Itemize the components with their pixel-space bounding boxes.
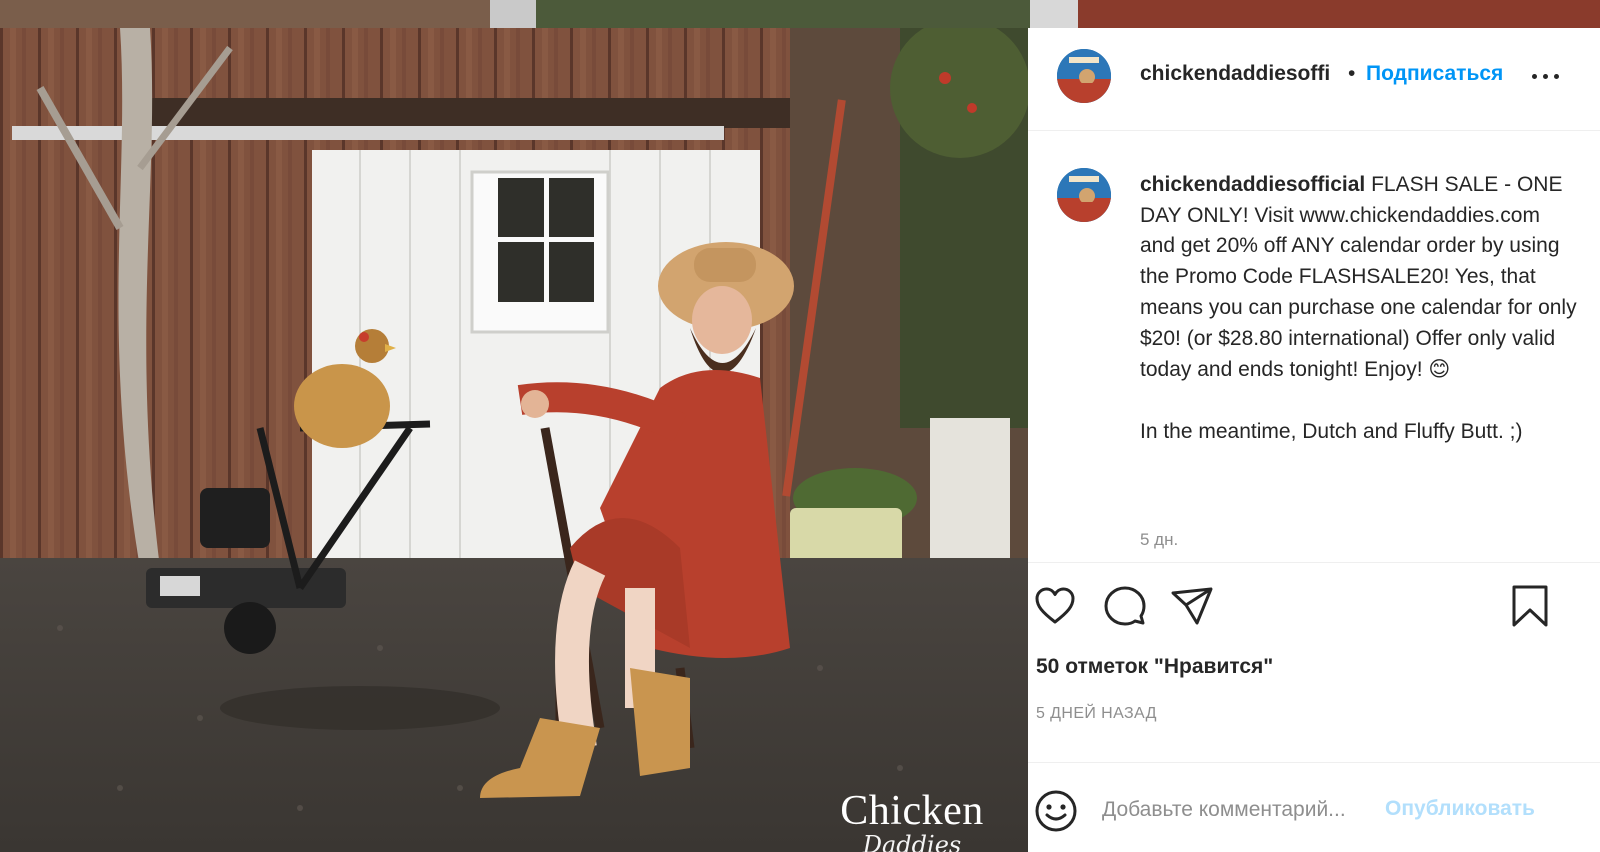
avatar-image: [1057, 168, 1111, 222]
header-username[interactable]: chickendaddiesoffi: [1140, 62, 1330, 86]
backdrop-photo-strip: [0, 0, 490, 28]
post-header: chickendaddiesoffi • Подписаться: [1028, 28, 1600, 131]
publish-button[interactable]: Опубликовать: [1385, 797, 1535, 821]
likes-count[interactable]: 50 отметок "Нравится": [1036, 655, 1273, 679]
avatar[interactable]: [1057, 49, 1111, 103]
heart-outline-icon[interactable]: [1032, 583, 1078, 629]
post-photo[interactable]: Chicken Daddies: [0, 28, 1028, 852]
follow-button[interactable]: Подписаться: [1366, 62, 1503, 86]
backdrop-photo-strip: [1030, 0, 1078, 28]
caption-comment: chickendaddiesofficial FLASH SALE - ONE …: [1028, 132, 1600, 562]
smiling-emoji-icon: 😊: [1428, 357, 1451, 382]
dot: [1554, 74, 1559, 79]
header-separator: •: [1348, 62, 1356, 85]
paper-plane-icon[interactable]: [1169, 583, 1215, 629]
caption-text: chickendaddiesofficial FLASH SALE - ONE …: [1140, 170, 1580, 447]
post-photo-illustration: [0, 28, 1028, 852]
dot: [1543, 74, 1548, 79]
caption-username[interactable]: chickendaddiesofficial: [1140, 173, 1365, 196]
caption-body-extra: In the meantime, Dutch and Fluffy Butt. …: [1140, 419, 1523, 443]
comment-input[interactable]: [1102, 792, 1382, 828]
speech-bubble-icon[interactable]: [1102, 583, 1148, 629]
smiley-face-icon[interactable]: [1034, 789, 1078, 833]
avatar-image: [1057, 49, 1111, 103]
comment-age[interactable]: 5 дн.: [1140, 530, 1178, 550]
post-side-panel: chickendaddiesoffi • Подписаться chicken…: [1028, 28, 1600, 852]
backdrop-photo-strip: [1078, 0, 1600, 28]
post-date[interactable]: 5 ДНЕЙ НАЗАД: [1036, 705, 1157, 723]
add-comment-bar: Опубликовать: [1028, 762, 1600, 852]
bookmark-icon[interactable]: [1507, 583, 1553, 629]
backdrop-photo-strip: [536, 0, 1030, 28]
avatar[interactable]: [1057, 168, 1111, 222]
dot: [1532, 74, 1537, 79]
more-options-icon[interactable]: [1528, 66, 1564, 86]
backdrop-photo-strip: [490, 0, 536, 28]
caption-body: FLASH SALE - ONE DAY ONLY! Visit www.chi…: [1140, 173, 1583, 382]
